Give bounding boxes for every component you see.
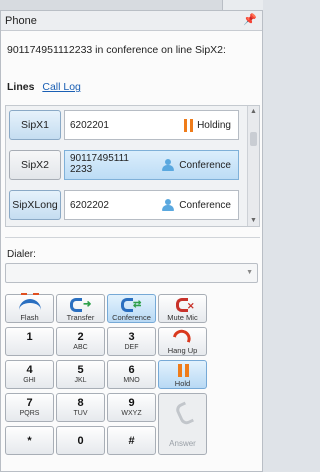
- scroll-up-icon[interactable]: ▲: [250, 108, 257, 115]
- dialer-input[interactable]: ▼: [5, 263, 258, 283]
- flash-icon: [19, 293, 41, 310]
- key-5[interactable]: 5 JKL: [56, 360, 105, 389]
- answer-icon: [173, 401, 195, 427]
- transfer-button[interactable]: ➜ Transfer: [56, 294, 105, 323]
- person-icon: [161, 198, 175, 212]
- window-top-strip: [0, 0, 263, 10]
- answer-button[interactable]: Answer: [158, 393, 207, 455]
- flash-button[interactable]: Flash: [5, 293, 54, 323]
- tab-lines[interactable]: Lines: [7, 81, 34, 93]
- section-divider: [5, 237, 260, 238]
- line-info-sipx1[interactable]: 6202201 Holding: [64, 110, 239, 140]
- line-button-sipx1[interactable]: SipX1: [9, 110, 61, 140]
- line-state: Holding: [136, 111, 236, 139]
- line-button-sipx2[interactable]: SipX2: [9, 150, 61, 180]
- key-1[interactable]: 1: [5, 327, 54, 356]
- panel-header: Phone 📌: [1, 11, 262, 31]
- adjacent-tab-stub[interactable]: [222, 0, 263, 10]
- line-number: 90117495111 2233: [70, 153, 129, 175]
- lines-list: SipX1 6202201 Holding SipX2 90117495111 …: [5, 105, 260, 227]
- panel-title: Phone: [5, 15, 37, 27]
- line-state: Conference: [136, 191, 236, 219]
- line-state-label: Conference: [179, 199, 231, 211]
- key-2[interactable]: 2 ABC: [56, 327, 105, 356]
- line-number: 6202201: [70, 120, 109, 131]
- key-star[interactable]: *: [5, 426, 54, 455]
- key-8[interactable]: 8 TUV: [56, 393, 105, 422]
- call-status-text: 901174951112233 in conference on line Si…: [7, 44, 226, 56]
- hold-icon: [184, 118, 194, 132]
- tab-call-log[interactable]: Call Log: [42, 81, 81, 93]
- line-info-sipx2[interactable]: 90117495111 2233 Conference: [64, 150, 239, 180]
- hang-up-button[interactable]: Hang Up: [158, 327, 207, 356]
- key-3[interactable]: 3 DEF: [107, 327, 156, 356]
- key-9[interactable]: 9 WXYZ: [107, 393, 156, 422]
- conference-button[interactable]: ⇄ Conference: [107, 294, 156, 323]
- lines-tabs: Lines Call Log: [7, 81, 81, 95]
- line-number-part2: 2233: [70, 164, 93, 175]
- conference-icon: [121, 298, 133, 312]
- key-0[interactable]: 0: [56, 426, 105, 455]
- mute-mic-button[interactable]: ✕ Mute Mic: [158, 294, 207, 323]
- line-state-label: Conference: [179, 159, 231, 171]
- line-state: Conference: [136, 151, 236, 179]
- phone-panel: Phone 📌 901174951112233 in conference on…: [0, 10, 263, 472]
- scroll-down-icon[interactable]: ▼: [250, 217, 257, 224]
- person-icon: [161, 158, 175, 172]
- pin-icon[interactable]: 📌: [243, 14, 257, 26]
- dialer-label: Dialer:: [7, 249, 36, 260]
- key-hash[interactable]: #: [107, 426, 156, 455]
- line-button-sipxlong[interactable]: SipXLong: [9, 190, 61, 220]
- transfer-icon: [70, 298, 82, 312]
- line-number-part1: 90117495111: [70, 153, 129, 164]
- hang-up-icon: [172, 327, 194, 343]
- key-4[interactable]: 4 GHI: [5, 360, 54, 389]
- chevron-down-icon[interactable]: ▼: [246, 269, 253, 276]
- scroll-thumb[interactable]: [250, 132, 257, 146]
- hold-icon: [178, 364, 189, 377]
- hold-button[interactable]: Hold: [158, 360, 207, 389]
- lines-scrollbar[interactable]: ▲ ▼: [247, 106, 259, 226]
- line-state-label: Holding: [197, 119, 231, 131]
- key-6[interactable]: 6 MNO: [107, 360, 156, 389]
- key-7[interactable]: 7 PQRS: [5, 393, 54, 422]
- line-info-sipxlong[interactable]: 6202202 Conference: [64, 190, 239, 220]
- line-number: 6202202: [70, 200, 109, 211]
